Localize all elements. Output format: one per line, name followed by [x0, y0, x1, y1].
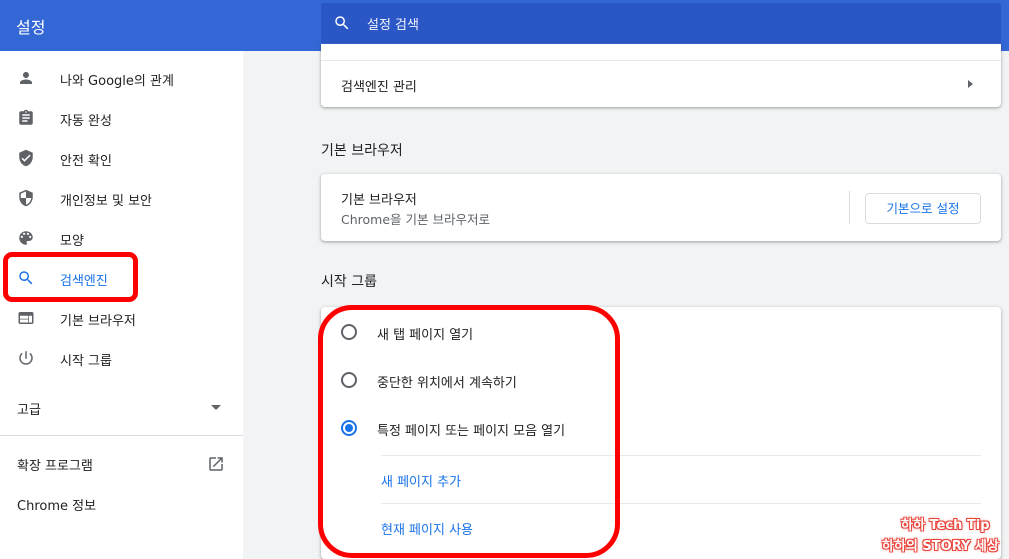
sidebar-item-label: 안전 확인	[60, 154, 112, 169]
highlight-box-search-engine	[3, 252, 138, 302]
open-in-new-icon	[209, 457, 223, 471]
sidebar-item-safety-check[interactable]: 안전 확인	[0, 138, 243, 178]
sidebar-item-on-startup[interactable]: 시작 그룹	[0, 338, 243, 378]
sidebar-item-privacy-security[interactable]: 개인정보 및 보안	[0, 178, 243, 218]
default-browser-row-subtitle: Chrome을 기본 브라우저로	[341, 212, 490, 227]
extensions-label: 확장 프로그램	[17, 459, 93, 474]
manage-search-engines-row[interactable]: 검색엔진 관리	[341, 76, 417, 95]
sidebar-item-label: 기본 브라우저	[60, 314, 136, 329]
shield-half-icon	[19, 189, 33, 207]
about-label: Chrome 정보	[17, 499, 97, 514]
make-default-button[interactable]: 기본으로 설정	[865, 193, 981, 224]
watermark-line-2: 하하의 STORY 세상	[882, 539, 999, 554]
sidebar-item-label: 시작 그룹	[60, 354, 112, 369]
sidebar-item-you-and-google[interactable]: 나와 Google의 관계	[0, 58, 243, 98]
palette-icon	[19, 231, 33, 245]
sidebar-extensions-link[interactable]: 확장 프로그램	[0, 443, 243, 483]
search-engine-card: 검색엔진 관리	[321, 44, 1001, 107]
highlight-box-startup-options	[318, 305, 620, 558]
vertical-separator	[849, 191, 850, 224]
default-browser-card: 기본 브라우저 Chrome을 기본 브라우저로 기본으로 설정	[321, 174, 1001, 241]
sidebar-about-chrome[interactable]: Chrome 정보	[0, 483, 243, 523]
sidebar-item-autofill[interactable]: 자동 완성	[0, 98, 243, 138]
watermark-line-1: 하하 Tech Tip	[901, 518, 990, 533]
sidebar-item-label: 자동 완성	[60, 114, 112, 129]
app-title: 설정	[16, 18, 46, 37]
default-browser-heading: 기본 브라우저	[321, 143, 403, 159]
power-icon	[19, 351, 33, 365]
search-icon	[335, 16, 349, 30]
person-icon	[20, 72, 32, 84]
sidebar-item-default-browser[interactable]: 기본 브라우저	[0, 298, 243, 338]
default-browser-row-title: 기본 브라우저	[341, 193, 417, 208]
clipboard-icon	[19, 109, 33, 125]
chevron-down-icon	[211, 405, 221, 410]
browser-window-icon	[18, 312, 34, 324]
chevron-right-icon[interactable]	[968, 80, 973, 88]
sidebar-divider	[0, 435, 243, 436]
sidebar-advanced-toggle[interactable]: 고급	[0, 387, 243, 427]
advanced-label: 고급	[17, 403, 41, 418]
shield-check-icon	[19, 149, 33, 167]
sidebar-item-label: 모양	[60, 234, 84, 249]
card-separator	[321, 60, 1001, 61]
settings-search-box[interactable]: 설정 검색	[321, 3, 1001, 43]
sidebar-item-label: 나와 Google의 관계	[60, 74, 174, 89]
on-startup-heading: 시작 그룹	[321, 274, 377, 290]
sidebar: 나와 Google의 관계 자동 완성 안전 확인 개인정보 및 보안 모양 검…	[0, 51, 243, 559]
sidebar-item-label: 개인정보 및 보안	[60, 194, 152, 209]
search-input[interactable]: 설정 검색	[367, 14, 419, 33]
